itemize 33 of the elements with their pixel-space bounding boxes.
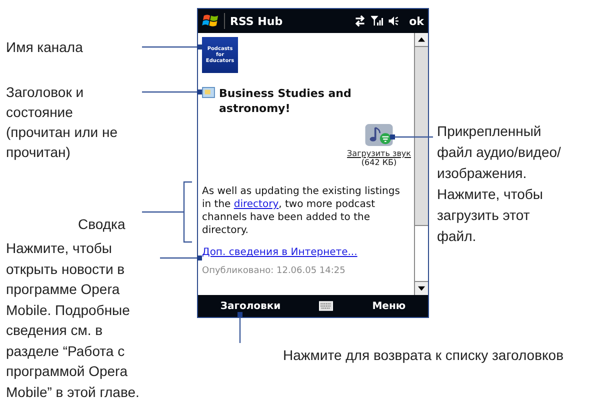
- summary-text: As well as updating the existing listings in the directory, two more podcast channels have been added to the directory.: [202, 185, 401, 237]
- headline: Business Studies and astronomy!: [219, 86, 352, 116]
- window-title: RSS Hub: [230, 14, 284, 28]
- callout-text: Нажмите для возврата к списку заголовков: [283, 346, 565, 365]
- connection-arrows-icon[interactable]: [354, 15, 366, 27]
- leader-line: [141, 181, 193, 243]
- windows-logo-icon[interactable]: [202, 13, 225, 29]
- download-sound-link[interactable]: Загрузить звук: [347, 149, 411, 158]
- scroll-up-icon[interactable]: [418, 37, 425, 42]
- music-note-download-icon[interactable]: [364, 124, 394, 146]
- signal-icon[interactable]: [371, 15, 384, 27]
- file-size: (642 КБ): [361, 158, 397, 167]
- directory-link[interactable]: directory: [234, 199, 279, 210]
- callout-text: Нажмите, чтобы открыть новости в программе Opera Mobile. Подробные сведения см. в разделе “Работа с программой Opera Mobile” в этой главе.: [6, 239, 140, 401]
- callout-text: Сводка: [78, 215, 126, 234]
- callout-text: Имя канала: [6, 38, 84, 57]
- headlines-softkey[interactable]: Заголовки: [214, 298, 287, 314]
- ok-button[interactable]: ok: [405, 14, 424, 28]
- leader-line: [390, 134, 433, 140]
- news-item-icon: [202, 87, 215, 98]
- leader-line: [160, 256, 202, 260]
- scroll-down-icon[interactable]: [418, 286, 425, 291]
- keyboard-icon[interactable]: [319, 301, 334, 311]
- speaker-icon[interactable]: [388, 15, 400, 27]
- more-info-link[interactable]: Доп. сведения в Интернете...: [202, 247, 411, 258]
- leader-line: [238, 312, 242, 343]
- callout-text: Прикрепленный файл аудио/видео/ изображения. Нажмите, чтобы загрузить этот файл.: [437, 122, 562, 246]
- menu-softkey[interactable]: Меню: [366, 298, 412, 314]
- leader-line: [142, 44, 202, 50]
- published-date: Опубликовано: 12.06.05 14:25: [202, 266, 346, 276]
- scrollbar[interactable]: [414, 33, 428, 295]
- leader-line: [142, 90, 202, 94]
- callout-text: Заголовок и состояние (прочитан или не прочитан): [6, 83, 119, 162]
